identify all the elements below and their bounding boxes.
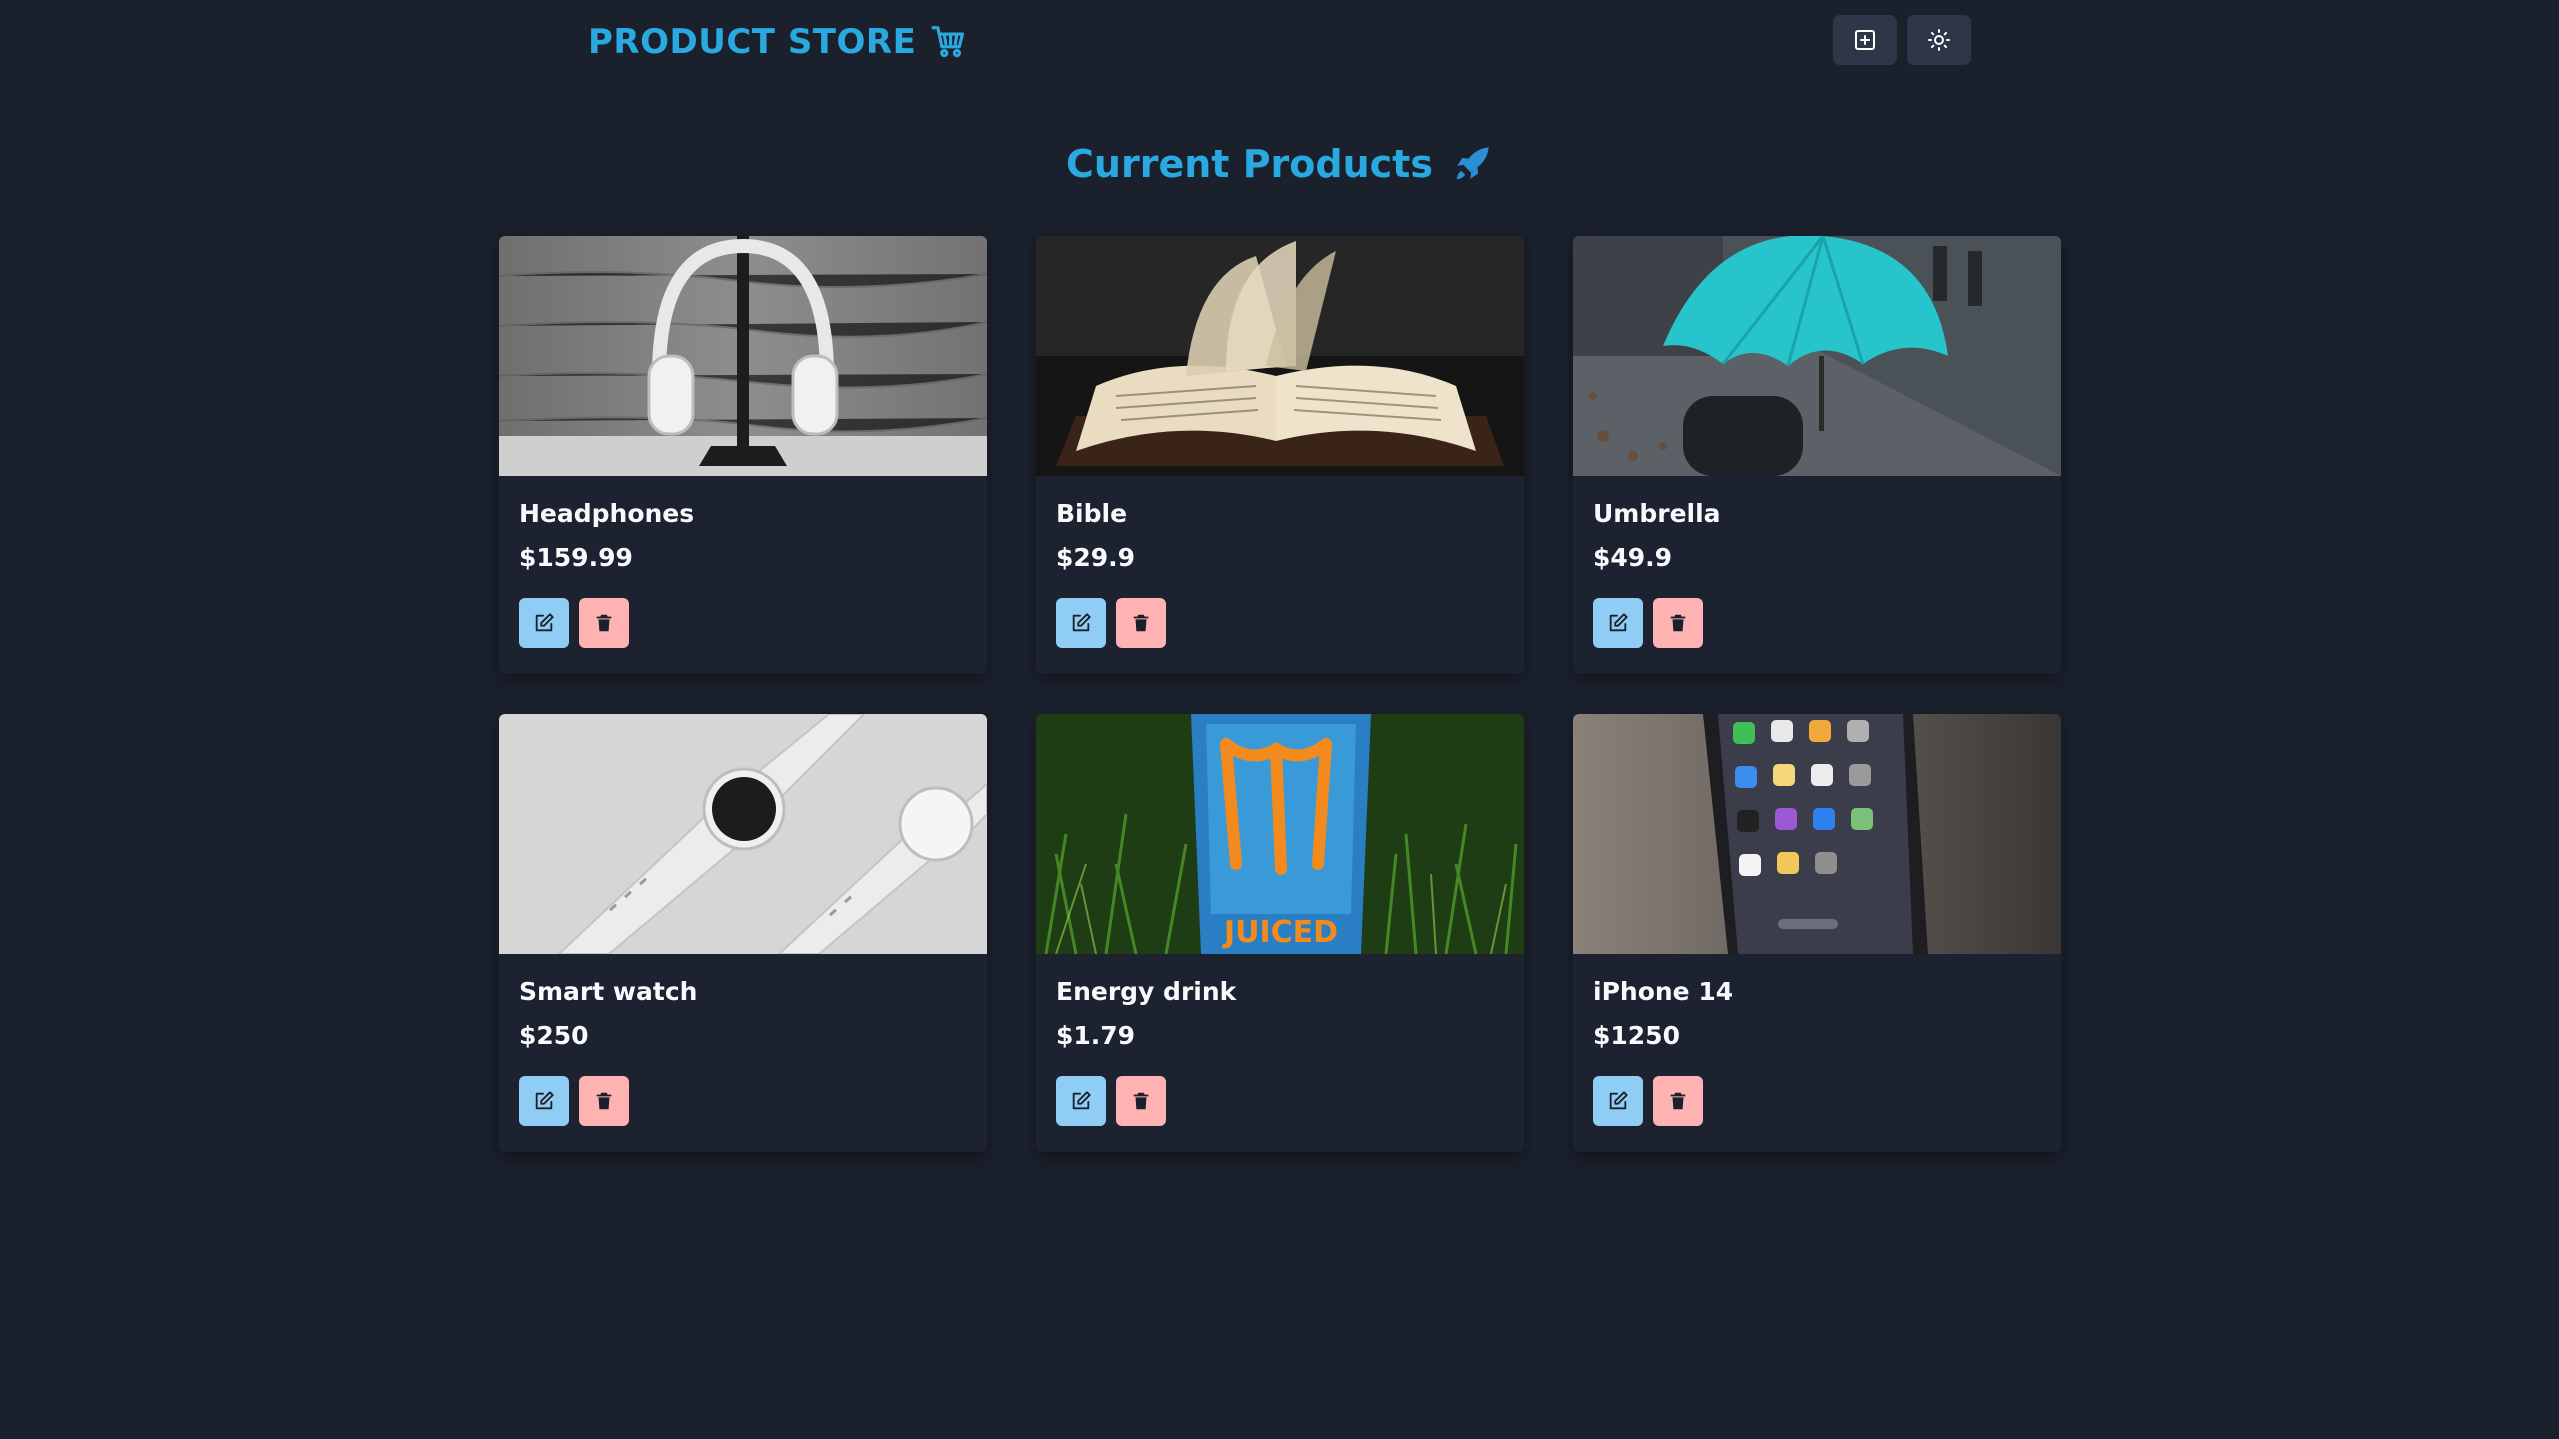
- edit-icon: [1609, 1091, 1628, 1110]
- shopping-cart-icon: [931, 26, 965, 58]
- edit-icon: [535, 1091, 554, 1110]
- product-price: $1.79: [1056, 1021, 1136, 1050]
- trash-icon: [1133, 1092, 1149, 1110]
- navbar: PRODUCT STORE: [0, 0, 2559, 84]
- product-card: Smart watch $250: [499, 714, 987, 1152]
- product-price: $159.99: [519, 543, 633, 572]
- product-price: $250: [519, 1021, 589, 1050]
- page-title: Current Products: [1066, 142, 1433, 186]
- edit-product-button[interactable]: [1056, 1076, 1106, 1126]
- sun-icon: [1928, 29, 1950, 51]
- product-name: Smart watch: [519, 977, 698, 1006]
- product-price: $49.9: [1593, 543, 1673, 572]
- edit-product-button[interactable]: [1593, 598, 1643, 648]
- product-card: JUICED Energy drink $1.79: [1036, 714, 1524, 1152]
- product-card: iPhone 14 $1250: [1573, 714, 2061, 1152]
- edit-product-button[interactable]: [1593, 1076, 1643, 1126]
- product-image-bible: [1036, 236, 1524, 476]
- trash-icon: [1670, 1092, 1686, 1110]
- product-image-smart-watch: [499, 714, 987, 954]
- delete-product-button[interactable]: [1653, 598, 1703, 648]
- delete-product-button[interactable]: [1116, 598, 1166, 648]
- edit-product-button[interactable]: [519, 598, 569, 648]
- brand-link[interactable]: PRODUCT STORE: [588, 18, 968, 66]
- product-image-energy-drink: JUICED: [1036, 714, 1524, 954]
- brand-title: PRODUCT STORE: [588, 22, 917, 62]
- trash-icon: [1133, 614, 1149, 632]
- edit-product-button[interactable]: [519, 1076, 569, 1126]
- product-card: Bible $29.9: [1036, 236, 1524, 674]
- trash-icon: [596, 1092, 612, 1110]
- product-name: Energy drink: [1056, 977, 1237, 1006]
- delete-product-button[interactable]: [579, 1076, 629, 1126]
- product-card: Umbrella $49.9: [1573, 236, 2061, 674]
- product-image-iphone-14: [1573, 714, 2061, 954]
- product-grid: Headphones $159.99 Bible $29.9 Umbrella …: [499, 236, 2061, 1152]
- product-card: Headphones $159.99: [499, 236, 987, 674]
- edit-product-button[interactable]: [1056, 598, 1106, 648]
- delete-product-button[interactable]: [1116, 1076, 1166, 1126]
- trash-icon: [1670, 614, 1686, 632]
- plus-square-icon: [1855, 30, 1875, 50]
- rocket-icon: [1456, 147, 1489, 180]
- create-product-button[interactable]: [1833, 15, 1897, 65]
- toggle-theme-button[interactable]: [1907, 15, 1971, 65]
- edit-icon: [1609, 613, 1628, 632]
- product-image-umbrella: [1573, 236, 2061, 476]
- product-name: Umbrella: [1593, 499, 1721, 528]
- trash-icon: [596, 614, 612, 632]
- delete-product-button[interactable]: [579, 598, 629, 648]
- product-name: Headphones: [519, 499, 695, 528]
- product-price: $29.9: [1056, 543, 1136, 572]
- product-name: iPhone 14: [1593, 977, 1734, 1006]
- product-price: $1250: [1593, 1021, 1680, 1050]
- edit-icon: [535, 613, 554, 632]
- product-image-headphones: [499, 236, 987, 476]
- product-name: Bible: [1056, 499, 1128, 528]
- delete-product-button[interactable]: [1653, 1076, 1703, 1126]
- edit-icon: [1072, 613, 1091, 632]
- page-heading: Current Products: [0, 142, 2559, 186]
- edit-icon: [1072, 1091, 1091, 1110]
- svg-text:JUICED: JUICED: [1222, 915, 1338, 950]
